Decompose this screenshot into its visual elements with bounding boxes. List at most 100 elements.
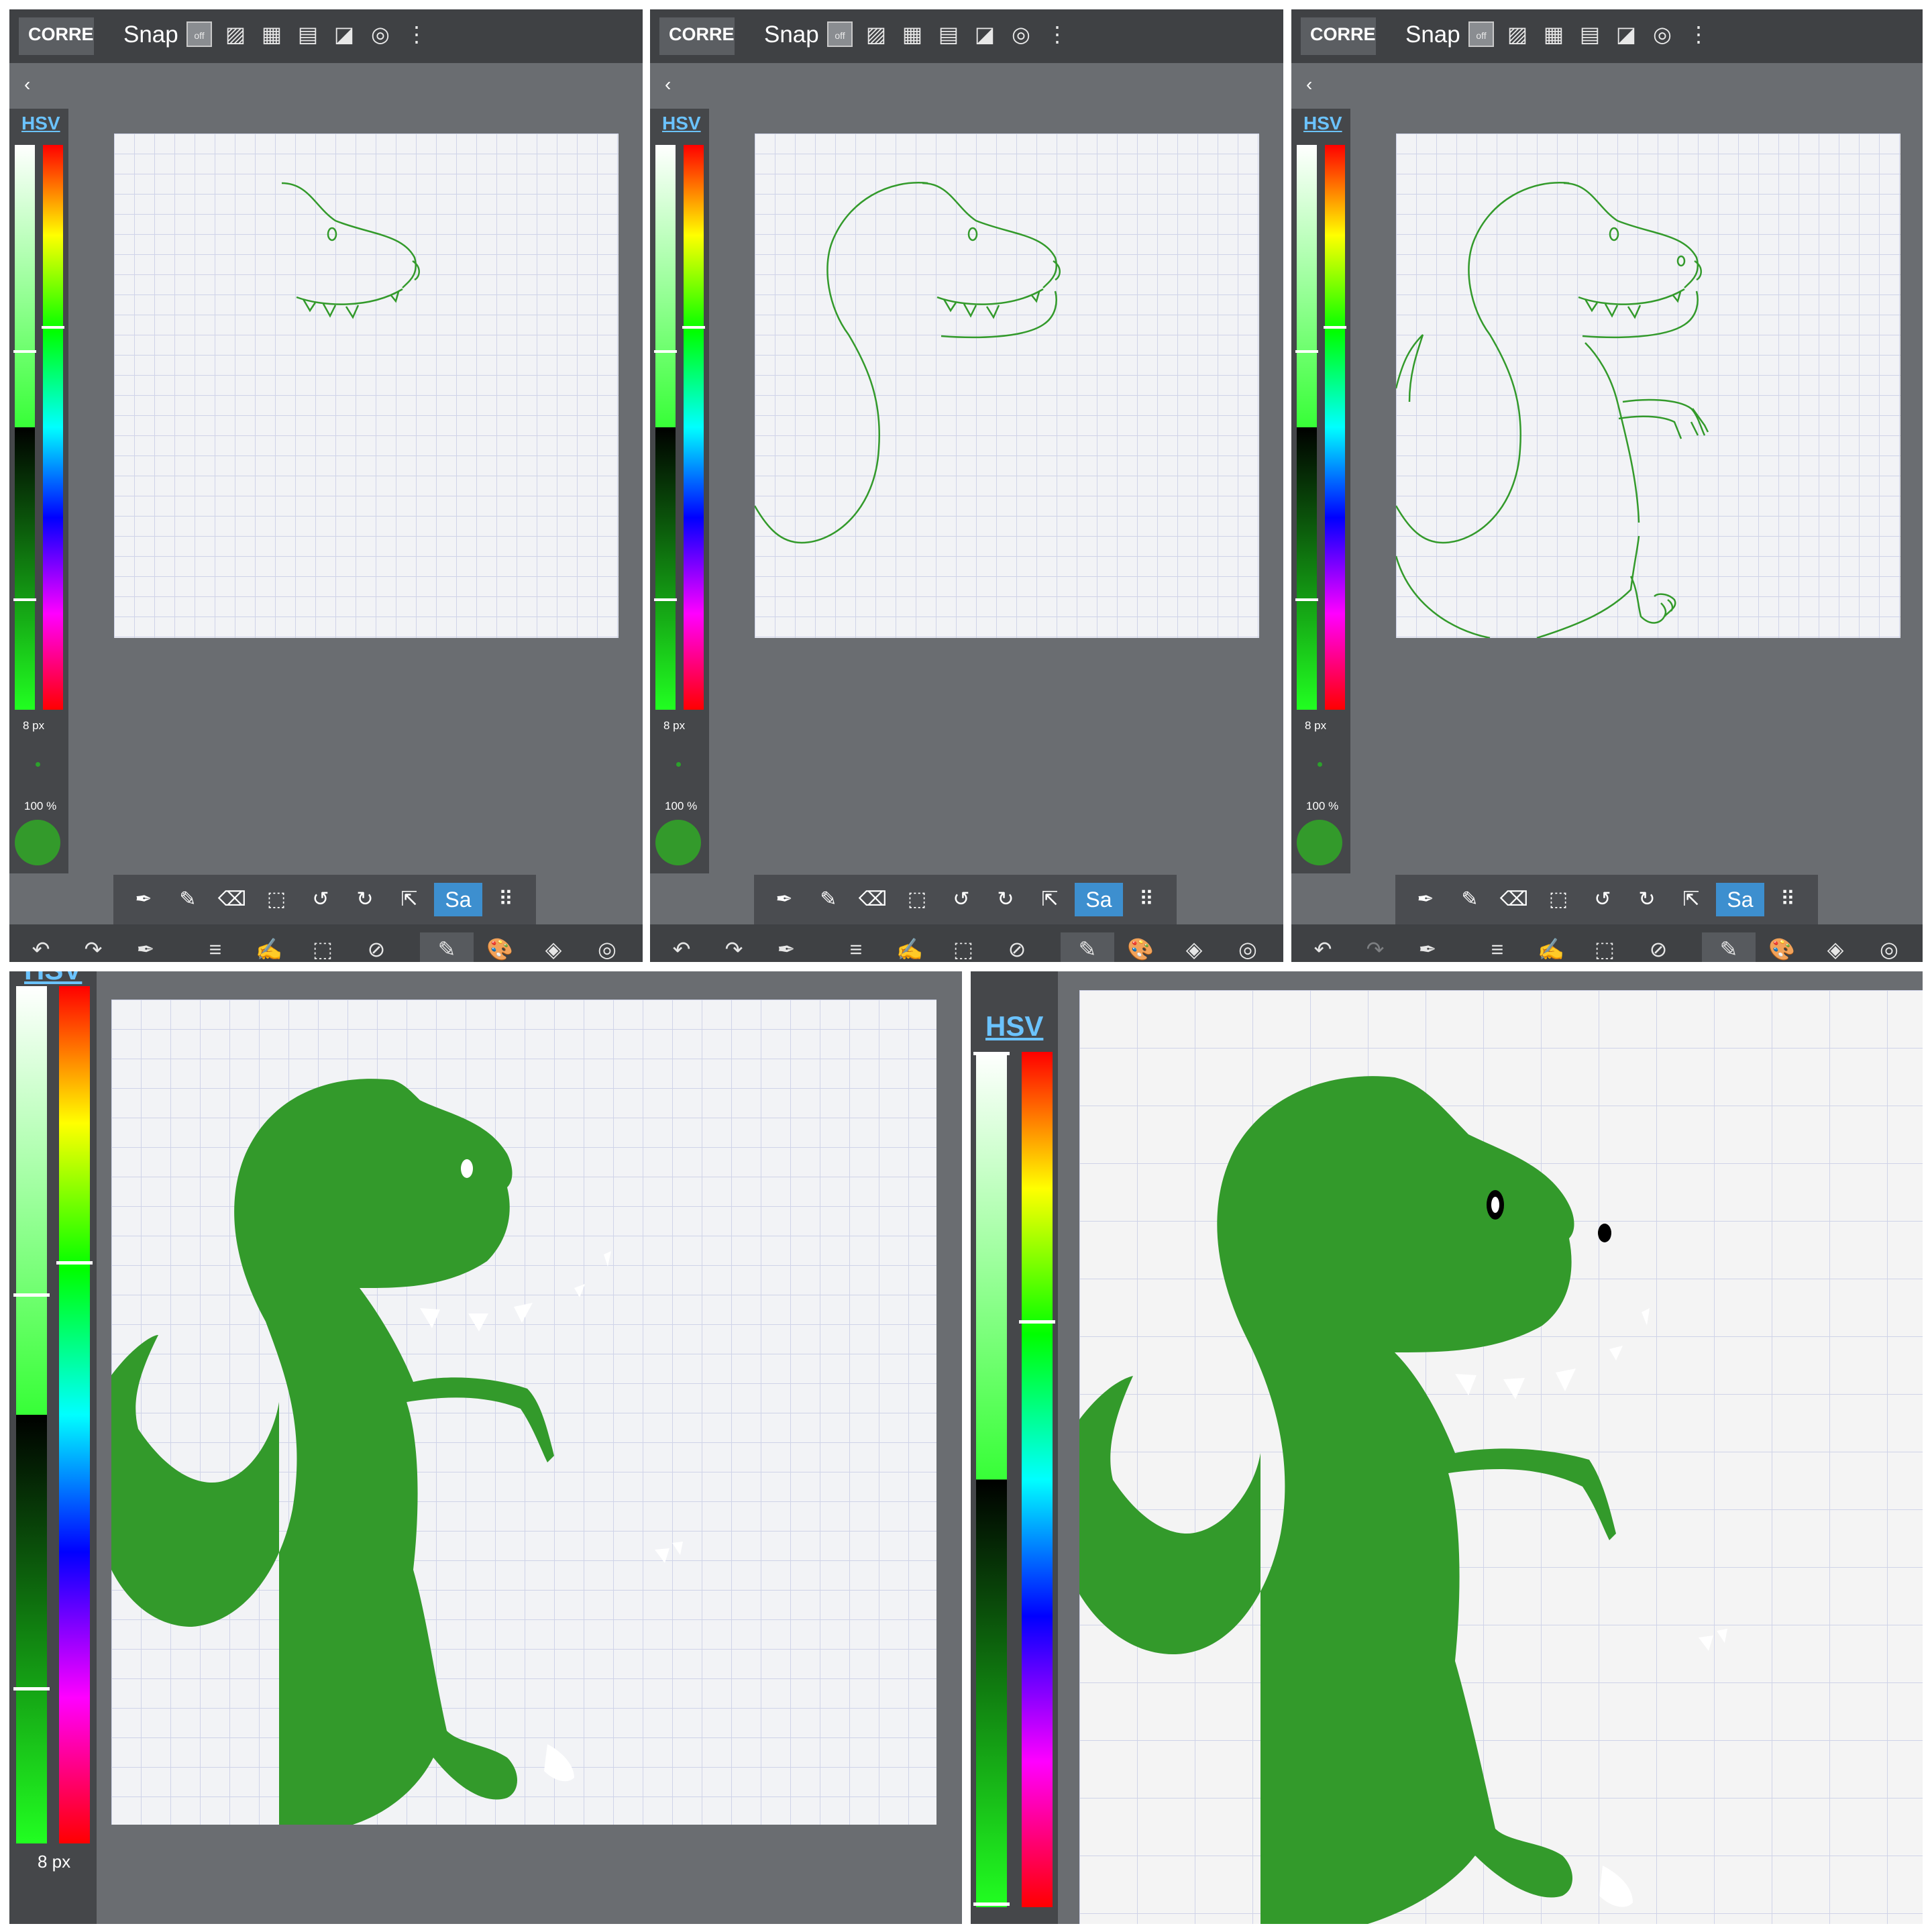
clear-selection-icon[interactable]: ⬚ xyxy=(1542,883,1575,916)
drawing-canvas[interactable] xyxy=(111,1000,936,1825)
snap-off-icon[interactable]: off xyxy=(1468,21,1494,47)
correction-button[interactable]: CORREC xyxy=(19,17,94,55)
settings-icon[interactable]: ◎ xyxy=(1872,932,1906,962)
hsv-mode-button[interactable]: HSV xyxy=(24,971,82,986)
menu-icon[interactable]: ≡ xyxy=(199,932,232,962)
layers-icon[interactable]: ◈ xyxy=(1819,932,1852,962)
perspective-icon[interactable]: ◪ xyxy=(972,21,998,47)
hsv-mode-button[interactable]: HSV xyxy=(985,1010,1043,1042)
sv-slider-handle[interactable] xyxy=(1295,350,1318,353)
redo-rotate-icon[interactable]: ↻ xyxy=(348,883,382,916)
drawing-canvas[interactable] xyxy=(753,133,1259,638)
grid-dots-icon[interactable]: ⠿ xyxy=(1771,883,1805,916)
concentric-circles-icon[interactable]: ◎ xyxy=(1650,21,1675,47)
drawing-canvas[interactable] xyxy=(1079,990,1923,1924)
brush-icon[interactable]: ✎ xyxy=(1702,932,1756,962)
eraser-icon[interactable]: ⌫ xyxy=(215,883,249,916)
undo-rotate-icon[interactable]: ↺ xyxy=(1586,883,1619,916)
hue-slider-handle[interactable] xyxy=(42,326,64,329)
undo-rotate-icon[interactable]: ↺ xyxy=(945,883,978,916)
settings-icon[interactable]: ◎ xyxy=(1231,932,1265,962)
hue-slider-handle[interactable] xyxy=(1324,326,1346,329)
more-icon[interactable]: ⋮ xyxy=(404,21,429,47)
more-icon[interactable]: ⋮ xyxy=(1044,21,1070,47)
current-color-swatch[interactable] xyxy=(655,820,701,865)
export-icon[interactable]: ⇱ xyxy=(1674,883,1708,916)
eyedropper-icon[interactable]: ✒ xyxy=(127,883,160,916)
sv-slider-handle[interactable] xyxy=(13,350,36,353)
export-icon[interactable]: ⇱ xyxy=(392,883,426,916)
pen-icon[interactable]: ✎ xyxy=(171,883,205,916)
redo-icon[interactable]: ↷ xyxy=(76,932,110,962)
sv-slider-handle[interactable] xyxy=(13,1293,50,1297)
grid-icon[interactable]: ▦ xyxy=(900,21,925,47)
eyedropper-icon[interactable]: ✒ xyxy=(1409,883,1442,916)
current-color-swatch[interactable] xyxy=(15,820,60,865)
back-icon[interactable]: ‹ xyxy=(1306,74,1312,95)
perspective-icon[interactable]: ◪ xyxy=(331,21,357,47)
perspective-icon[interactable]: ◪ xyxy=(1613,21,1639,47)
redo-rotate-icon[interactable]: ↻ xyxy=(1630,883,1664,916)
back-icon[interactable]: ‹ xyxy=(24,74,30,95)
concentric-circles-icon[interactable]: ◎ xyxy=(1008,21,1034,47)
parallel-lines-icon[interactable]: ▨ xyxy=(223,21,248,47)
selection-icon[interactable]: ⬚ xyxy=(947,932,980,962)
current-color-swatch[interactable] xyxy=(1297,820,1342,865)
palette-icon[interactable]: 🎨 xyxy=(483,932,517,962)
grid-dots-icon[interactable]: ⠿ xyxy=(1130,883,1163,916)
hsv-mode-button[interactable]: HSV xyxy=(21,113,60,134)
edit-icon[interactable]: ✍ xyxy=(252,932,286,962)
drawing-canvas[interactable] xyxy=(114,133,619,638)
sa-icon[interactable]: Sa xyxy=(434,883,482,916)
undo-icon[interactable]: ↶ xyxy=(665,932,698,962)
sv-slider-handle[interactable] xyxy=(654,350,677,353)
selection-icon[interactable]: ⬚ xyxy=(1588,932,1621,962)
pen-icon[interactable]: ✎ xyxy=(1453,883,1487,916)
saturation-value-slider[interactable] xyxy=(973,1052,1010,1907)
hsv-mode-button[interactable]: HSV xyxy=(1303,113,1342,134)
clear-selection-icon[interactable]: ⬚ xyxy=(900,883,934,916)
layers-icon[interactable]: ◈ xyxy=(1177,932,1211,962)
undo-icon[interactable]: ↶ xyxy=(1306,932,1340,962)
redo-icon[interactable]: ↷ xyxy=(1358,932,1392,962)
sv-slider-handle-2[interactable] xyxy=(13,1687,50,1690)
parallel-lines-icon[interactable]: ▨ xyxy=(1505,21,1530,47)
undo-rotate-icon[interactable]: ↺ xyxy=(304,883,337,916)
correction-button[interactable]: CORREC xyxy=(659,17,735,55)
snap-off-icon[interactable]: off xyxy=(186,21,212,47)
hue-slider-handle[interactable] xyxy=(56,1261,93,1265)
menu-icon[interactable]: ≡ xyxy=(839,932,873,962)
pen-icon[interactable]: ✎ xyxy=(812,883,845,916)
eraser-icon[interactable]: ⌫ xyxy=(856,883,890,916)
horizontal-lines-icon[interactable]: ▤ xyxy=(1577,21,1603,47)
hue-slider[interactable] xyxy=(56,986,93,1843)
brush-icon[interactable]: ✎ xyxy=(420,932,474,962)
snap-off-icon[interactable]: off xyxy=(827,21,853,47)
hue-slider[interactable] xyxy=(682,145,705,710)
horizontal-lines-icon[interactable]: ▤ xyxy=(295,21,321,47)
selection-icon[interactable]: ⬚ xyxy=(306,932,339,962)
layers-icon[interactable]: ◈ xyxy=(537,932,570,962)
sv-slider-handle-2[interactable] xyxy=(654,598,677,601)
eyedropper-icon[interactable]: ✒ xyxy=(769,932,803,962)
menu-icon[interactable]: ≡ xyxy=(1481,932,1514,962)
redo-icon[interactable]: ↷ xyxy=(717,932,751,962)
saturation-value-slider[interactable] xyxy=(13,986,50,1843)
clear-selection-icon[interactable]: ⬚ xyxy=(260,883,293,916)
edit-icon[interactable]: ✍ xyxy=(1534,932,1568,962)
sa-icon[interactable]: Sa xyxy=(1716,883,1764,916)
hue-slider[interactable] xyxy=(1324,145,1346,710)
parallel-lines-icon[interactable]: ▨ xyxy=(863,21,889,47)
eyedropper-icon[interactable]: ✒ xyxy=(767,883,801,916)
sv-slider-handle-2[interactable] xyxy=(13,598,36,601)
edit-icon[interactable]: ✍ xyxy=(893,932,926,962)
settings-icon[interactable]: ◎ xyxy=(590,932,624,962)
saturation-value-slider[interactable] xyxy=(1295,145,1318,710)
grid-icon[interactable]: ▦ xyxy=(1541,21,1566,47)
hue-slider[interactable] xyxy=(1019,1052,1055,1907)
brush-icon[interactable]: ✎ xyxy=(1061,932,1114,962)
back-icon[interactable]: ‹ xyxy=(665,74,671,95)
sv-slider-handle[interactable] xyxy=(973,1052,1010,1055)
grid-dots-icon[interactable]: ⠿ xyxy=(489,883,523,916)
redo-rotate-icon[interactable]: ↻ xyxy=(989,883,1022,916)
